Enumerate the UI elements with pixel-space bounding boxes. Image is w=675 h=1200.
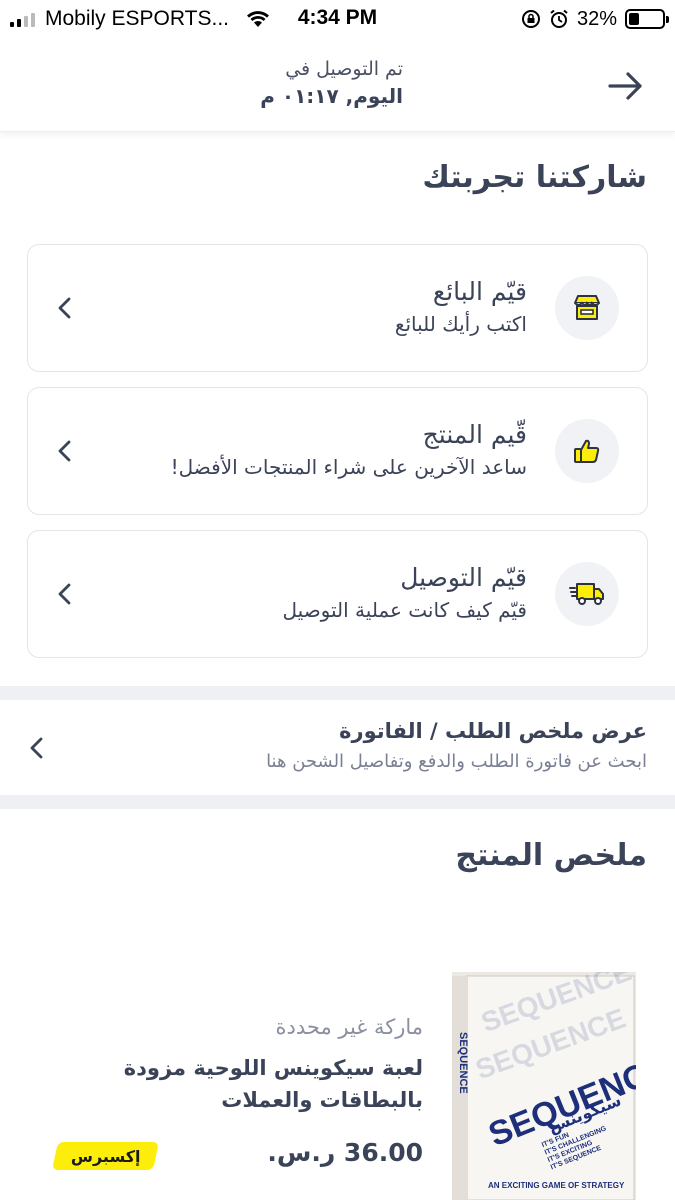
rate-product-card[interactable]: قّيم المنتج ساعد الآخرين على شراء المنتج… [27, 387, 648, 515]
signal-icon [10, 11, 35, 27]
battery-percent: 32% [576, 7, 617, 30]
product-image[interactable]: SEQUENCE SEQUENCE SEQUENCE SEQUENCE سيكو… [452, 972, 636, 1200]
battery-icon [625, 9, 669, 29]
chevron-left-icon [58, 583, 71, 605]
delivery-info: تم التوصيل في اليوم, ٠١:١٧ م [260, 56, 403, 110]
section-divider [0, 795, 675, 809]
chevron-left-icon [30, 737, 43, 759]
product-summary-title: ملخص المنتج [455, 838, 647, 873]
status-bar: Mobily ESPORTS... 4:34 PM 32% [0, 0, 675, 38]
svg-text:SEQUENCE: SEQUENCE [457, 1032, 469, 1094]
section-divider [0, 686, 675, 700]
thumbs-up-icon [574, 439, 600, 463]
rate-delivery-title: قيّم التوصيل [400, 563, 527, 592]
alarm-icon [550, 9, 568, 28]
rate-product-title: قّيم المنتج [422, 420, 527, 449]
back-button[interactable] [604, 64, 648, 108]
rate-delivery-texts: قيّم التوصيل قيّم كيف كانت عملية التوصيل [283, 561, 527, 625]
order-summary-texts: عرض ملخص الطلب / الفاتورة ابحث عن فاتورة… [266, 714, 647, 776]
rate-seller-title: قيّم البائع [432, 277, 527, 306]
store-icon [574, 295, 600, 320]
order-summary-subtitle: ابحث عن فاتورة الطلب والدفع وتفاصيل الشح… [266, 751, 647, 772]
rotation-lock-icon [521, 10, 540, 28]
express-badge: إكسبرس [52, 1142, 159, 1170]
rate-product-texts: قّيم المنتج ساعد الآخرين على شراء المنتج… [171, 418, 527, 482]
store-icon-wrap [555, 276, 619, 340]
rate-seller-texts: قيّم البائع اكتب رأيك للبائع [395, 275, 527, 339]
arrow-right-icon [608, 72, 642, 100]
product-name[interactable]: لعبة سيكوينس اللوحية مزودة بالبطاقات وال… [63, 1052, 423, 1116]
delivery-truck-icon [569, 583, 604, 605]
express-badge-label: إكسبرس [70, 1146, 141, 1166]
box-bottom-text: AN EXCITING GAME OF STRATEGY [488, 1181, 625, 1190]
status-right: 32% [521, 6, 669, 32]
delivered-date: اليوم, ٠١:١٧ م [260, 84, 403, 108]
rate-delivery-card[interactable]: قيّم التوصيل قيّم كيف كانت عملية التوصيل [27, 530, 648, 658]
thumbs-up-icon-wrap [555, 419, 619, 483]
product-brand: ماركة غير محددة [275, 1015, 423, 1039]
order-header: تم التوصيل في اليوم, ٠١:١٧ م [0, 38, 675, 132]
battery-fill [629, 13, 640, 25]
rate-seller-card[interactable]: قيّم البائع اكتب رأيك للبائع [27, 244, 648, 372]
rate-delivery-subtitle: قيّم كيف كانت عملية التوصيل [282, 598, 527, 622]
rate-product-subtitle: ساعد الآخرين على شراء المنتجات الأفضل! [170, 455, 527, 479]
delivery-truck-icon-wrap [555, 562, 619, 626]
rate-seller-subtitle: اكتب رأيك للبائع [394, 312, 527, 336]
delivered-label: تم التوصيل في [285, 58, 403, 80]
experience-title: شاركتنا تجربتك [422, 160, 647, 195]
carrier-name: Mobily ESPORTS... [45, 7, 229, 30]
order-summary-row[interactable]: عرض ملخص الطلب / الفاتورة ابحث عن فاتورة… [0, 700, 675, 795]
chevron-left-icon [58, 440, 71, 462]
product-price: 36.00 ر.س. [267, 1138, 423, 1167]
chevron-left-icon [58, 297, 71, 319]
order-summary-title: عرض ملخص الطلب / الفاتورة [339, 719, 647, 743]
wifi-icon [247, 11, 269, 27]
status-left: Mobily ESPORTS... [10, 6, 271, 32]
